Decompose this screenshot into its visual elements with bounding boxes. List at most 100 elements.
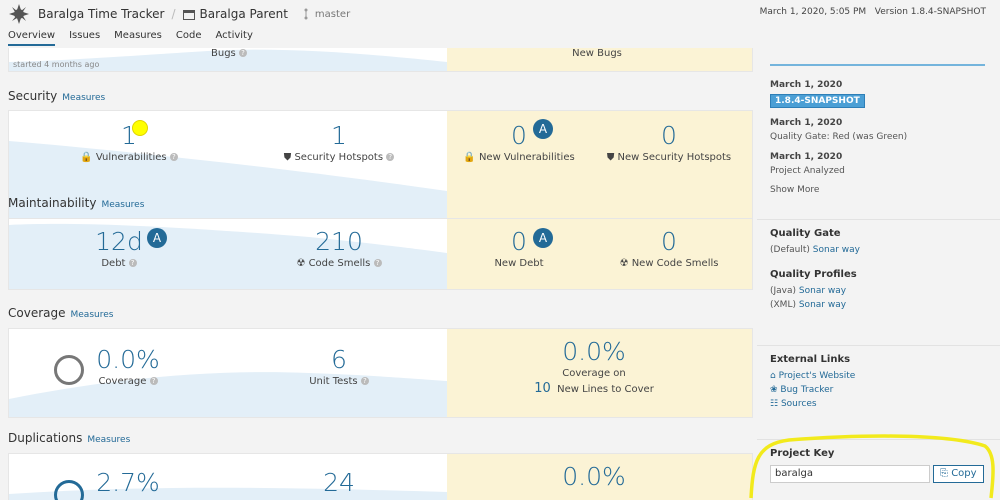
java-profile-link[interactable]: Sonar way: [799, 286, 846, 296]
duplicated-blocks-value[interactable]: 24: [279, 468, 399, 497]
new-duplications-value[interactable]: 0.0%: [529, 462, 659, 491]
new-debt-rating-badge[interactable]: A: [533, 228, 553, 248]
new-code-smells-label: New Code Smells: [631, 258, 719, 269]
new-debt-label: New Debt: [494, 258, 544, 269]
tab-activity[interactable]: Activity: [216, 30, 253, 46]
maintainability-measures-link[interactable]: Measures: [101, 200, 144, 210]
help-icon[interactable]: ?: [360, 377, 369, 385]
duplications-title: Duplications: [8, 431, 83, 445]
new-vulnerabilities-label: New Vulnerabilities: [478, 152, 575, 163]
duplications-card: 2.7% 24 0.0%: [8, 453, 753, 500]
new-security-hotspots-metric[interactable]: 0 ⛊ New Security Hotspots: [604, 121, 734, 163]
unit-tests-metric[interactable]: 6 Unit Tests ?: [279, 345, 399, 387]
folder-icon: [182, 9, 195, 20]
code-smells-label: Code Smells: [308, 258, 371, 269]
new-code-smells-value[interactable]: 0: [609, 227, 729, 256]
bug-icon: ❀: [770, 385, 778, 395]
new-vulnerabilities-rating-badge[interactable]: A: [533, 119, 553, 139]
bugs-metric[interactable]: Bugs ?: [199, 48, 259, 59]
help-icon[interactable]: ?: [386, 153, 395, 161]
coverage-label: Coverage: [98, 376, 147, 387]
security-measures-link[interactable]: Measures: [62, 93, 105, 103]
vulnerabilities-value[interactable]: 1: [69, 121, 189, 150]
debt-rating-badge[interactable]: A: [147, 228, 167, 248]
coverage-measures-link[interactable]: Measures: [71, 310, 114, 320]
new-lines-value[interactable]: 10: [534, 381, 551, 396]
website-link-label: Project's Website: [778, 371, 856, 381]
new-bugs-label: New Bugs: [572, 48, 622, 59]
sources-link-label: Sources: [780, 399, 817, 409]
project-name-link[interactable]: Baralga Time Tracker: [38, 7, 164, 21]
new-bugs-metric[interactable]: New Bugs: [557, 48, 637, 59]
branch-label[interactable]: master: [315, 9, 350, 20]
bugs-label: Bugs: [211, 48, 236, 59]
quality-box: Quality Gate (Default) Sonar way Quality…: [757, 219, 1000, 319]
help-icon[interactable]: ?: [169, 153, 178, 161]
new-vulnerabilities-metric[interactable]: 0 🔒 New Vulnerabilities: [459, 121, 579, 163]
maintainability-card: 12d Debt ? A 210 ☢ Code Smells ? 0 New D…: [8, 218, 753, 290]
help-icon[interactable]: ?: [373, 259, 382, 267]
external-links-box: External Links ⌂ Project's Website ❀ Bug…: [757, 345, 1000, 425]
new-vulnerabilities-value[interactable]: 0: [459, 121, 579, 150]
tab-overview[interactable]: Overview: [8, 30, 56, 46]
lock-icon: 🔒: [463, 152, 476, 163]
duplicated-blocks-metric[interactable]: 24: [279, 468, 399, 497]
quality-gate-prefix: (Default): [770, 245, 810, 255]
duplications-value[interactable]: 2.7%: [93, 468, 163, 497]
maintainability-section-title: Maintainability Measures: [8, 196, 144, 210]
new-coverage-metric[interactable]: 0.0% Coverage on 10 New Lines to Cover: [529, 337, 659, 396]
tab-issues[interactable]: Issues: [69, 30, 100, 46]
sources-link[interactable]: ☷ Sources: [770, 399, 817, 409]
event-date: March 1, 2020: [770, 80, 843, 90]
duplications-measures-link[interactable]: Measures: [87, 435, 130, 445]
tab-code[interactable]: Code: [176, 30, 202, 46]
coverage-metric[interactable]: 0.0% Coverage ?: [93, 345, 163, 387]
security-hotspots-metric[interactable]: 1 ⛊ Security Hotspots ?: [279, 121, 399, 163]
quality-gate-title: Quality Gate: [770, 228, 841, 239]
branch-icon: [304, 8, 308, 20]
website-link[interactable]: ⌂ Project's Website: [770, 371, 855, 381]
coverage-donut-icon: [54, 355, 84, 385]
duplications-metric[interactable]: 2.7%: [93, 468, 163, 497]
parent-project-link[interactable]: Baralga Parent: [200, 7, 288, 21]
new-security-hotspots-value[interactable]: 0: [604, 121, 734, 150]
coverage-value[interactable]: 0.0%: [93, 345, 163, 374]
help-icon[interactable]: ?: [238, 49, 247, 57]
version-tag: 1.8.4-SNAPSHOT: [770, 94, 865, 108]
unit-tests-label: Unit Tests: [309, 376, 358, 387]
duplications-section-title: Duplications Measures: [8, 431, 130, 445]
reliability-card: started 4 months ago Bugs ? New Bugs: [8, 48, 753, 72]
tab-measures[interactable]: Measures: [114, 30, 162, 46]
shield-icon: ⛊: [606, 152, 615, 163]
bug-tracker-link-label: Bug Tracker: [780, 385, 834, 395]
new-duplications-metric[interactable]: 0.0%: [529, 462, 659, 491]
profile-lang: (XML): [770, 300, 796, 310]
version-label: Version 1.8.4-SNAPSHOT: [874, 7, 986, 17]
file-icon: ☷: [770, 399, 779, 409]
new-coverage-value[interactable]: 0.0%: [529, 337, 659, 366]
code-smells-metric[interactable]: 210 ☢ Code Smells ?: [279, 227, 399, 269]
event-date: March 1, 2020: [770, 118, 843, 128]
security-hotspots-label: Security Hotspots: [294, 152, 384, 163]
security-hotspots-value[interactable]: 1: [279, 121, 399, 150]
coverage-title: Coverage: [8, 306, 66, 320]
code-smells-value[interactable]: 210: [279, 227, 399, 256]
new-code-smells-metric[interactable]: 0 ☢ New Code Smells: [609, 227, 729, 269]
help-icon[interactable]: ?: [149, 377, 158, 385]
overview-main: started 4 months ago Bugs ? New Bugs Sec…: [8, 48, 753, 500]
maintainability-title: Maintainability: [8, 196, 97, 210]
security-title: Security: [8, 89, 58, 103]
show-more-link[interactable]: Show More: [770, 185, 819, 195]
help-icon[interactable]: ?: [128, 259, 137, 267]
security-section-title: Security Measures: [8, 89, 105, 103]
analysis-event: Project Analyzed: [770, 166, 845, 176]
unit-tests-value[interactable]: 6: [279, 345, 399, 374]
top-bar: Baralga Time Tracker / Baralga Parent ma…: [0, 0, 1000, 28]
cursor-highlight: [132, 120, 148, 136]
quality-gate-link[interactable]: Sonar way: [813, 245, 860, 255]
annotation-highlight: [749, 434, 995, 499]
bug-tracker-link[interactable]: ❀ Bug Tracker: [770, 385, 833, 395]
xml-profile-link[interactable]: Sonar way: [799, 300, 846, 310]
vulnerabilities-metric[interactable]: 1 🔒 Vulnerabilities ?: [69, 121, 189, 163]
new-coverage-label: Coverage on: [562, 368, 626, 379]
